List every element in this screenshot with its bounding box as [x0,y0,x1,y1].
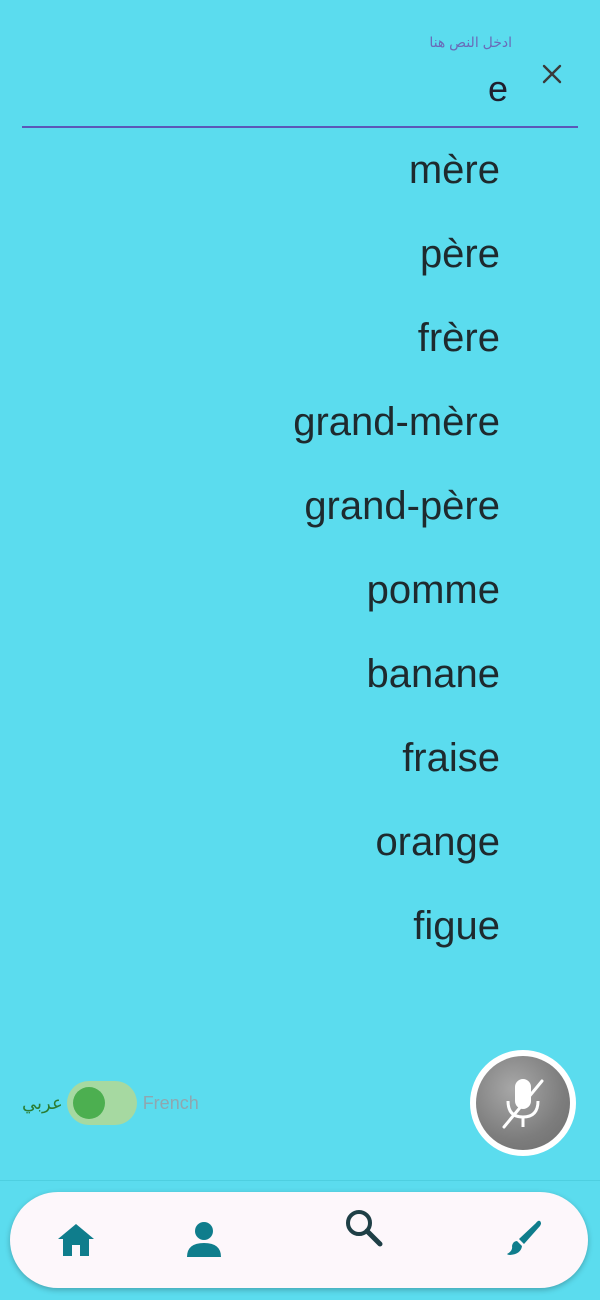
list-item[interactable]: grand-mère [0,380,600,464]
list-item[interactable]: grand-père [0,464,600,548]
clear-button[interactable] [538,60,566,88]
list-item[interactable]: banane [0,632,600,716]
list-item[interactable]: figue [0,884,600,968]
switch-knob [72,1087,105,1119]
bottom-navigation [10,1192,588,1288]
language-toggle: عربي French [22,1080,199,1126]
search-label: ادخل النص هنا [429,34,512,50]
nav-home[interactable] [54,1218,98,1262]
list-item[interactable]: mère [0,128,600,212]
nav-theme[interactable] [502,1216,546,1260]
home-icon [58,1224,94,1256]
list-item[interactable]: fraise [0,716,600,800]
language-switch[interactable] [66,1081,137,1125]
list-item[interactable]: orange [0,800,600,884]
language-label-french: French [142,1092,199,1113]
list-item[interactable]: pomme [0,548,600,632]
mic-button-face [476,1056,570,1150]
person-icon [187,1222,221,1257]
mic-off-icon [502,1079,544,1129]
close-icon [542,64,562,84]
search-icon [346,1210,383,1247]
search-input[interactable]: e [488,68,508,110]
divider [0,1180,600,1181]
list-item[interactable]: père [0,212,600,296]
results-list: mère père frère grand-mère grand-père po… [0,128,600,968]
list-item[interactable]: frère [0,296,600,380]
nav-profile[interactable] [182,1218,226,1262]
mic-button[interactable] [470,1050,576,1156]
language-label-arabic: عربي [22,1092,63,1113]
nav-search[interactable] [342,1206,386,1250]
search-field[interactable]: ادخل النص هنا e [22,28,578,130]
brush-icon [507,1220,541,1255]
